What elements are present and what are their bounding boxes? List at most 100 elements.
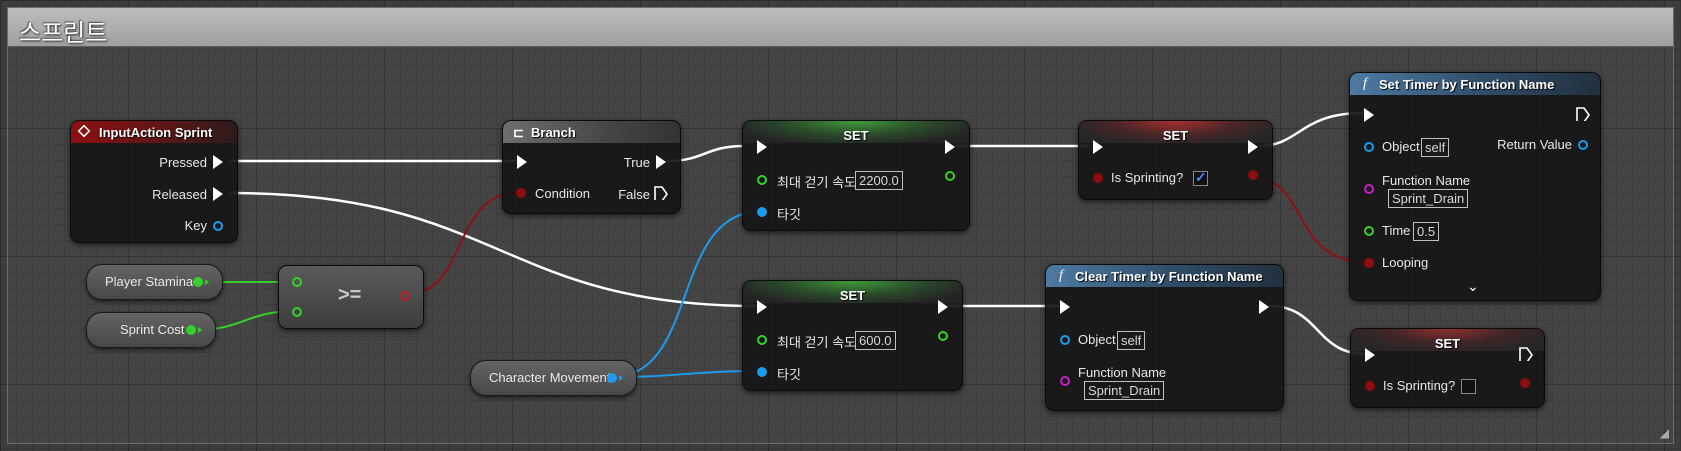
- time-label: Time: [1382, 223, 1411, 238]
- object-pin[interactable]: [1060, 335, 1070, 345]
- node-title: SET: [1162, 128, 1189, 143]
- object-pin[interactable]: [1364, 142, 1374, 152]
- speed-input-pin[interactable]: [757, 335, 767, 345]
- set-speed-walk-node[interactable]: SET 최대 걷기 속도 600.0 타깃: [742, 280, 963, 391]
- set-bool-exec-out-pin[interactable]: [1519, 347, 1533, 361]
- node-title: Branch: [531, 125, 576, 140]
- function-name-field[interactable]: Sprint_Drain: [1084, 381, 1165, 400]
- return-value-label: Return Value: [1497, 137, 1572, 152]
- node-header[interactable]: SET: [743, 121, 969, 143]
- time-field[interactable]: 0.5: [1413, 222, 1440, 241]
- return-value-pin[interactable]: [1578, 140, 1588, 150]
- player-stamina-label: Player Stamina: [105, 274, 194, 289]
- target-pin[interactable]: [757, 207, 767, 217]
- speed-output-pin[interactable]: [938, 331, 948, 341]
- compare-input-b-pin[interactable]: [292, 307, 302, 317]
- object-field[interactable]: self: [1421, 138, 1450, 157]
- clear-timer-exec-in-pin[interactable]: [1060, 300, 1070, 314]
- key-pin[interactable]: [213, 221, 223, 231]
- node-title: Clear Timer by Function Name: [1075, 269, 1263, 284]
- is-sprinting-checkbox[interactable]: [1461, 379, 1476, 394]
- character-movement-pin[interactable]: [607, 373, 617, 383]
- graph-canvas[interactable]: 스프린트 ◢ InputAction Sprint Pressed Releas…: [0, 0, 1681, 451]
- is-sprinting-label: Is Sprinting?: [1383, 378, 1456, 393]
- compare-output-pin[interactable]: [400, 291, 410, 301]
- is-sprinting-output-pin[interactable]: [1520, 378, 1530, 388]
- compare-input-a-pin[interactable]: [292, 277, 302, 287]
- set-bool-exec-out-pin[interactable]: [1248, 140, 1258, 154]
- set-timer-node[interactable]: f Set Timer by Function Name Object self…: [1349, 72, 1601, 301]
- speed-value-field[interactable]: 2200.0: [855, 171, 903, 190]
- object-label: Object: [1382, 139, 1420, 154]
- looping-pin[interactable]: [1364, 258, 1374, 268]
- condition-pin[interactable]: [516, 188, 526, 198]
- node-header[interactable]: SET: [1351, 329, 1544, 351]
- set-bool-exec-in-pin[interactable]: [1365, 348, 1375, 362]
- branch-node[interactable]: ⊏ Branch Condition True False: [502, 120, 681, 214]
- false-exec-pin[interactable]: [654, 186, 668, 200]
- input-event-icon: [77, 124, 91, 138]
- time-pin[interactable]: [1364, 226, 1374, 236]
- player-stamina-pin[interactable]: [193, 277, 203, 287]
- node-header[interactable]: InputAction Sprint: [71, 121, 237, 143]
- node-header[interactable]: SET: [1079, 121, 1272, 143]
- target-pin[interactable]: [757, 367, 767, 377]
- function-name-label: Function Name: [1078, 365, 1167, 380]
- chevron-down-icon[interactable]: ⌄: [1467, 278, 1479, 295]
- node-title: Set Timer by Function Name: [1379, 77, 1555, 92]
- object-label: Object: [1078, 332, 1116, 347]
- clear-timer-node[interactable]: f Clear Timer by Function Name Object se…: [1045, 264, 1284, 411]
- compare-node[interactable]: >=: [278, 265, 424, 329]
- character-movement-node[interactable]: Character Movement: [470, 360, 637, 396]
- function-icon: f: [1059, 268, 1063, 283]
- function-name-field[interactable]: Sprint_Drain: [1388, 189, 1469, 208]
- is-sprinting-input-pin[interactable]: [1093, 173, 1103, 183]
- speed-field-label: 최대 걷기 속도: [777, 335, 856, 350]
- node-header[interactable]: f Set Timer by Function Name: [1350, 73, 1600, 95]
- released-exec-pin[interactable]: [213, 187, 223, 201]
- set-sprint-exec-out-pin[interactable]: [945, 140, 955, 154]
- is-sprinting-input-pin[interactable]: [1365, 381, 1375, 391]
- clear-timer-exec-out-pin[interactable]: [1259, 300, 1269, 314]
- pin-arrow: [619, 375, 623, 381]
- pressed-label: Pressed: [159, 155, 207, 170]
- set-timer-exec-out-pin[interactable]: [1576, 107, 1590, 121]
- speed-field-label: 최대 걷기 속도: [777, 175, 856, 190]
- set-timer-exec-in-pin[interactable]: [1364, 108, 1374, 122]
- is-sprinting-output-pin[interactable]: [1248, 170, 1258, 180]
- speed-output-pin[interactable]: [945, 171, 955, 181]
- node-header[interactable]: SET: [743, 281, 962, 303]
- set-sprinting-true-node[interactable]: SET Is Sprinting? ✓: [1078, 120, 1273, 200]
- pressed-exec-pin[interactable]: [213, 155, 223, 169]
- is-sprinting-label: Is Sprinting?: [1111, 170, 1184, 185]
- set-sprint-exec-in-pin[interactable]: [757, 140, 767, 154]
- node-header[interactable]: f Clear Timer by Function Name: [1046, 265, 1283, 287]
- set-bool-exec-in-pin[interactable]: [1093, 140, 1103, 154]
- true-label: True: [623, 155, 650, 170]
- target-label: 타깃: [777, 367, 801, 382]
- sprint-cost-node[interactable]: Sprint Cost: [86, 312, 216, 348]
- true-exec-pin[interactable]: [656, 155, 666, 169]
- released-label: Released: [152, 187, 207, 202]
- branch-exec-in-pin[interactable]: [517, 155, 527, 169]
- looping-label: Looping: [1382, 255, 1429, 270]
- set-walk-exec-in-pin[interactable]: [757, 300, 767, 314]
- speed-input-pin[interactable]: [757, 175, 767, 185]
- is-sprinting-checkbox[interactable]: ✓: [1193, 169, 1208, 186]
- wire-set-bool-set-timer[interactable]: [1258, 111, 1364, 148]
- set-sprinting-false-node[interactable]: SET Is Sprinting?: [1350, 328, 1545, 408]
- set-walk-exec-out-pin[interactable]: [938, 300, 948, 314]
- speed-value-field[interactable]: 600.0: [855, 331, 896, 350]
- sprint-cost-label: Sprint Cost: [120, 322, 185, 337]
- check-icon: ✓: [1195, 169, 1207, 185]
- function-name-pin[interactable]: [1060, 376, 1070, 386]
- sprint-cost-pin[interactable]: [186, 325, 196, 335]
- pin-arrow: [205, 279, 209, 285]
- function-name-label: Function Name: [1382, 173, 1471, 188]
- function-name-pin[interactable]: [1364, 184, 1374, 194]
- object-field[interactable]: self: [1117, 331, 1146, 350]
- set-speed-sprint-node[interactable]: SET 최대 걷기 속도 2200.0 타깃: [742, 120, 970, 231]
- player-stamina-node[interactable]: Player Stamina: [86, 264, 223, 300]
- input-action-node[interactable]: InputAction Sprint Pressed Released Key: [70, 120, 238, 243]
- node-header[interactable]: ⊏ Branch: [503, 121, 680, 143]
